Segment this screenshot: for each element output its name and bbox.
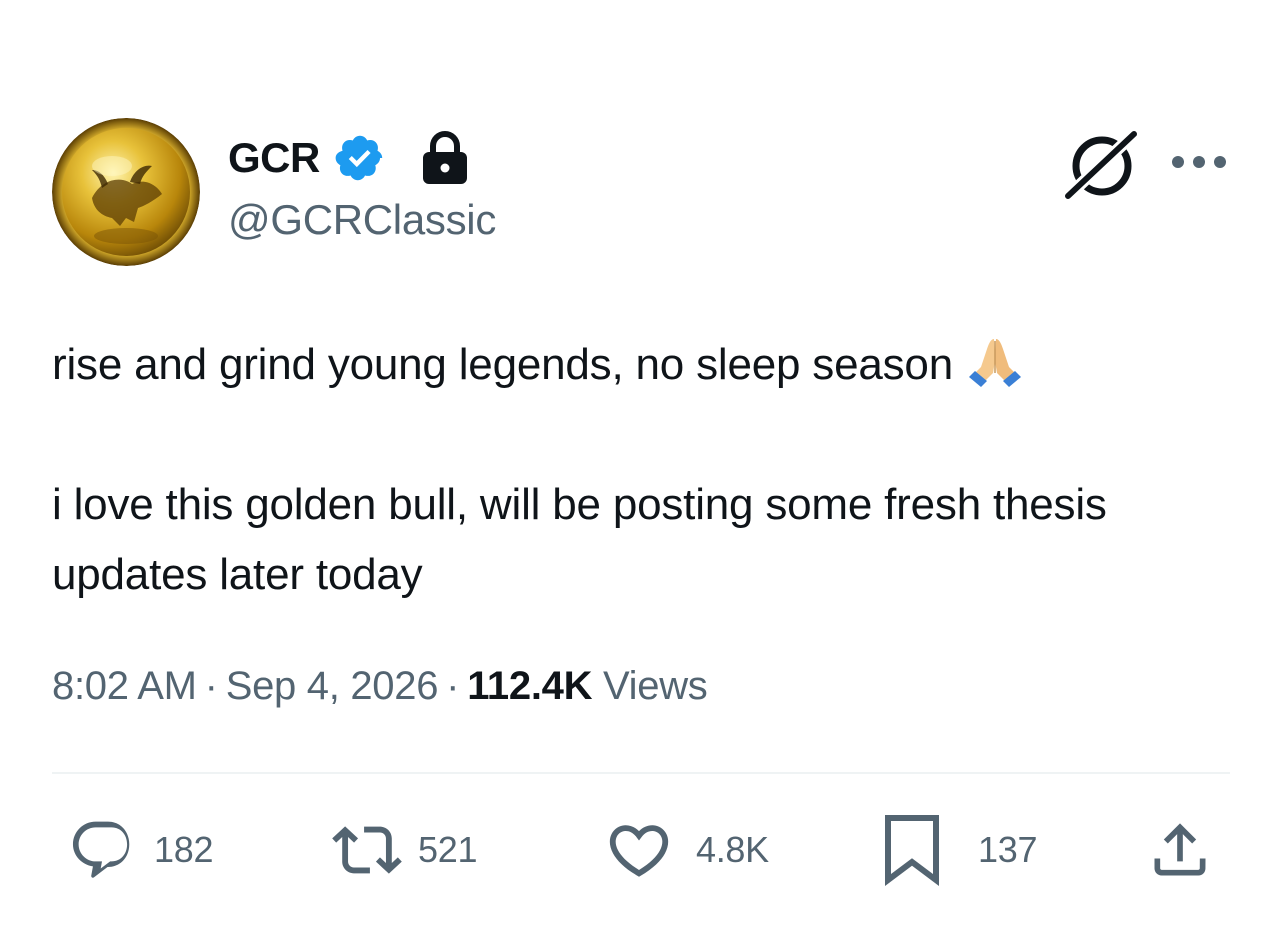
reply-icon [72,821,130,878]
retweet-button[interactable]: 521 [332,812,477,888]
author-handle[interactable]: @GCRClassic [228,196,496,244]
verified-badge-icon[interactable] [334,132,386,184]
views-label: Views [603,664,708,708]
author-name-row: GCR [228,128,470,188]
tweet-paragraph-1-text: rise and grind young legends, no sleep s… [52,340,953,389]
avatar[interactable] [52,118,200,266]
retweet-count: 521 [418,829,478,870]
tweet-card: GCR @GCRClassic rise and grind young leg… [0,0,1280,944]
reply-button[interactable]: 182 [68,812,213,888]
bookmark-button[interactable]: 137 [880,812,1037,888]
bookmark-icon [885,815,939,886]
tweet-paragraph: i love this golden bull, will be posting… [52,480,1107,599]
meta-separator: · [204,664,218,708]
folded-hands-emoji-icon [965,333,1025,391]
tweet-text: rise and grind young legends, no sleep s… [52,330,1232,610]
tweet-date[interactable]: Sep 4, 2026 [226,664,439,708]
share-button[interactable] [1146,812,1214,888]
like-button[interactable]: 4.8K [604,812,769,888]
display-name[interactable]: GCR [228,134,320,182]
tweet-paragraph: rise and grind young legends, no sleep s… [52,330,1232,400]
golden-bull-coin-image [52,118,200,266]
meta-separator: · [446,664,460,708]
lock-icon [420,130,470,186]
divider [52,772,1230,774]
more-options-icon[interactable] [1170,150,1228,174]
heart-icon [609,825,669,877]
grok-icon[interactable] [1062,128,1142,202]
bookmark-count: 137 [978,829,1038,870]
views-count: 112.4K [467,664,593,708]
share-icon [1154,823,1206,876]
like-count: 4.8K [696,829,769,870]
reply-count: 182 [154,829,214,870]
tweet-time[interactable]: 8:02 AM [52,664,197,708]
tweet-meta: 8:02 AM · Sep 4, 2026 · 112.4K Views [52,664,708,709]
retweet-icon [332,826,402,874]
